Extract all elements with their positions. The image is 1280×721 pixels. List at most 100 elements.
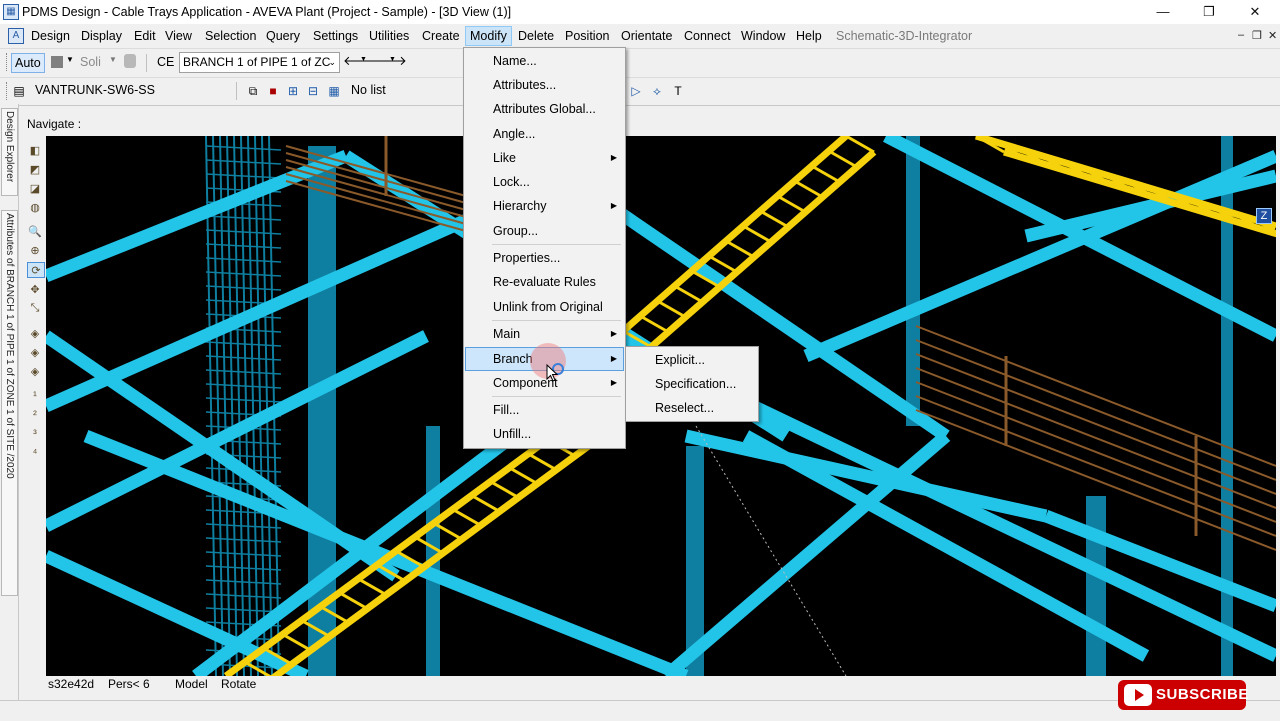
saved-view-3-icon[interactable]: ³ [27, 427, 43, 441]
auto-button[interactable]: Auto [11, 53, 45, 73]
menu-item-fill[interactable]: Fill... [466, 399, 623, 421]
solid-label[interactable]: Soli [80, 55, 101, 69]
text-tool-icon[interactable]: T [670, 83, 686, 99]
navigate-label: Navigate : [27, 117, 82, 131]
list-remove-icon[interactable]: ⊟ [305, 83, 321, 99]
menu-delete[interactable]: Delete [514, 27, 558, 45]
menu-item-unfill[interactable]: Unfill... [466, 423, 623, 445]
cable-tray-rung [656, 299, 687, 319]
subscribe-label: SUBSCRIBE [1156, 686, 1249, 703]
menu-item-branch-label: Branch [493, 352, 533, 366]
iso-view-2-icon[interactable]: ◈ [27, 345, 43, 359]
solid-dropdown-icon[interactable]: ▼ [109, 55, 117, 64]
saved-view-4-icon[interactable]: ⁴ [27, 446, 43, 460]
cable-tray-rail [269, 439, 597, 676]
cable-tray-rung [810, 164, 841, 184]
list-selector[interactable]: No list [351, 83, 386, 97]
look-icon[interactable]: ◪ [27, 181, 43, 195]
subscribe-button[interactable]: SUBSCRIBE [1118, 680, 1249, 710]
colour-dropdown-icon[interactable]: ▼ [66, 55, 74, 64]
submenu-arrow-icon: ▶ [610, 378, 617, 387]
menu-view[interactable]: View [161, 27, 196, 45]
mdi-close-icon[interactable]: ✕ [1268, 29, 1277, 42]
menu-orientate[interactable]: Orientate [617, 27, 676, 45]
mdi-restore-icon[interactable]: ❐ [1252, 29, 1262, 42]
cable-tray-rung [489, 480, 520, 499]
menu-item-properties[interactable]: Properties... [466, 247, 623, 269]
status-bar: s32e42d Pers< 6 Model Rotate [46, 677, 1280, 695]
menu-item-like[interactable]: Like ▶ [466, 147, 623, 169]
forward-dropdown-icon[interactable]: ▼ [389, 56, 396, 63]
close-button[interactable]: ✕ [1232, 0, 1278, 24]
saved-view-2-icon[interactable]: ² [27, 408, 43, 422]
menu-modify[interactable]: Modify [465, 26, 512, 46]
list-table-icon[interactable]: ▦ [326, 83, 342, 99]
element-name[interactable]: VANTRUNK-SW6-SS [35, 83, 155, 97]
toolbar-grip[interactable] [6, 53, 10, 71]
menu-item-angle[interactable]: Angle... [466, 123, 623, 145]
iso-view-1-icon[interactable]: ◈ [27, 326, 43, 340]
play-icon[interactable]: ▷ [628, 83, 644, 99]
cable-tray-rung [673, 284, 704, 304]
menu-item-attributes[interactable]: Attributes... [466, 74, 623, 96]
menu-design[interactable]: Design [27, 27, 74, 45]
orbit-icon[interactable]: ◍ [27, 200, 43, 214]
menu-item-hierarchy-label: Hierarchy [493, 199, 547, 213]
axis-z-indicator: Z [1256, 208, 1272, 224]
saved-view-1-icon[interactable]: ¹ [27, 389, 43, 403]
list-add-icon[interactable]: ⊞ [285, 83, 301, 99]
element-list-icon[interactable]: ▤ [11, 83, 27, 99]
submenu-arrow-icon: ▶ [610, 153, 617, 162]
menu-query[interactable]: Query [262, 27, 304, 45]
bin-icon[interactable] [124, 54, 136, 68]
menu-schematic-3d-integrator[interactable]: Schematic-3D-Integrator [832, 27, 976, 45]
menu-connect[interactable]: Connect [680, 27, 735, 45]
measure-icon[interactable]: ⟡ [649, 83, 665, 99]
status-element-id: s32e42d [48, 677, 95, 691]
cable-tray-rung [639, 314, 670, 334]
menu-item-attributes-global[interactable]: Attributes Global... [466, 98, 623, 120]
maximize-button[interactable]: ❐ [1186, 0, 1232, 24]
menu-item-main[interactable]: Main ▶ [466, 323, 623, 345]
copy-icon[interactable]: ⧉ [245, 83, 261, 99]
ce-label: CE [157, 55, 175, 69]
current-element-combo[interactable]: BRANCH 1 of PIPE 1 of ZC ⌄ [179, 52, 340, 73]
rotate-icon[interactable]: ⟳ [27, 262, 45, 278]
menu-display[interactable]: Display [77, 27, 126, 45]
menu-position[interactable]: Position [561, 27, 613, 45]
navigation-toolbar: ◧ ◩ ◪ ◍ 🔍 ⊕ ⟳ ✥ ⤡ ◈ ◈ ◈ ¹ ² ³ ⁴ [24, 136, 46, 676]
colour-swatch-icon[interactable] [51, 56, 63, 68]
pan-icon[interactable]: ✥ [27, 282, 43, 296]
menu-window[interactable]: Window [737, 27, 789, 45]
tab-design-explorer[interactable]: Design Explorer [1, 108, 18, 196]
menu-item-hierarchy[interactable]: Hierarchy ▶ [466, 195, 623, 217]
menu-help[interactable]: Help [792, 27, 826, 45]
menu-utilities[interactable]: Utilities [365, 27, 413, 45]
fly-icon[interactable]: ⤡ [27, 301, 43, 315]
zoom-in-icon[interactable]: ⊕ [27, 243, 43, 257]
mdi-minimize-icon[interactable]: – [1238, 29, 1244, 41]
menu-item-lock[interactable]: Lock... [466, 171, 623, 193]
view-limits-icon[interactable]: ◧ [27, 143, 43, 157]
back-dropdown-icon[interactable]: ▼ [360, 56, 367, 63]
menu-item-re-evaluate-rules[interactable]: Re-evaluate Rules [466, 271, 623, 293]
menu-create[interactable]: Create [418, 27, 464, 45]
chevron-down-icon[interactable]: ⌄ [328, 53, 336, 72]
modify-menu: Name... Attributes... Attributes Global.… [463, 47, 626, 449]
iso-view-3-icon[interactable]: ◈ [27, 364, 43, 378]
menu-item-group[interactable]: Group... [466, 220, 623, 242]
save-icon[interactable]: ■ [265, 83, 281, 99]
tab-attributes[interactable]: Attributes of BRANCH 1 of PIPE 1 of ZONE… [1, 210, 18, 596]
menu-item-name[interactable]: Name... [466, 50, 623, 72]
menu-item-unlink-from-original[interactable]: Unlink from Original [466, 296, 623, 318]
menu-item-reselect[interactable]: Reselect... [628, 397, 756, 419]
menu-item-specification[interactable]: Specification... [628, 373, 756, 395]
menu-selection[interactable]: Selection [201, 27, 260, 45]
minimize-button[interactable]: — [1140, 0, 1186, 24]
toolbar-grip[interactable] [6, 82, 10, 100]
menu-item-explicit[interactable]: Explicit... [628, 349, 756, 371]
walk-icon[interactable]: ◩ [27, 162, 43, 176]
zoom-icon[interactable]: 🔍 [27, 224, 43, 238]
menu-edit[interactable]: Edit [130, 27, 160, 45]
menu-settings[interactable]: Settings [309, 27, 362, 45]
